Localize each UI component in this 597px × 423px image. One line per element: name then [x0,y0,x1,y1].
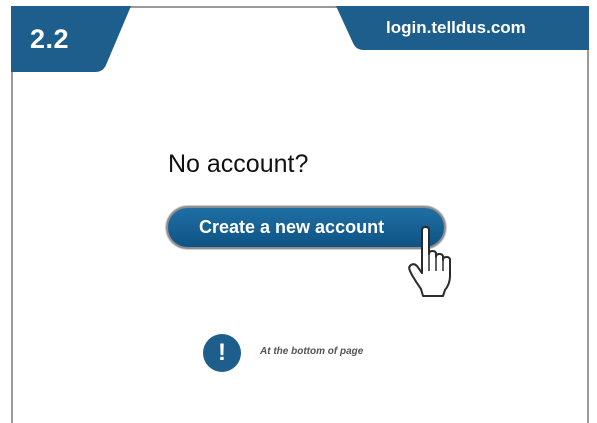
bottom-of-page-note: At the bottom of page [260,346,364,357]
step-number: 2.2 [30,24,70,54]
create-account-button[interactable]: Create a new account [166,206,446,249]
site-url: login.telldus.com [386,18,526,37]
page-heading: No account? [168,150,309,178]
step-tab-shape [11,6,131,72]
exclamation-icon: ! [203,334,241,372]
hand-pointer-icon [408,226,451,297]
